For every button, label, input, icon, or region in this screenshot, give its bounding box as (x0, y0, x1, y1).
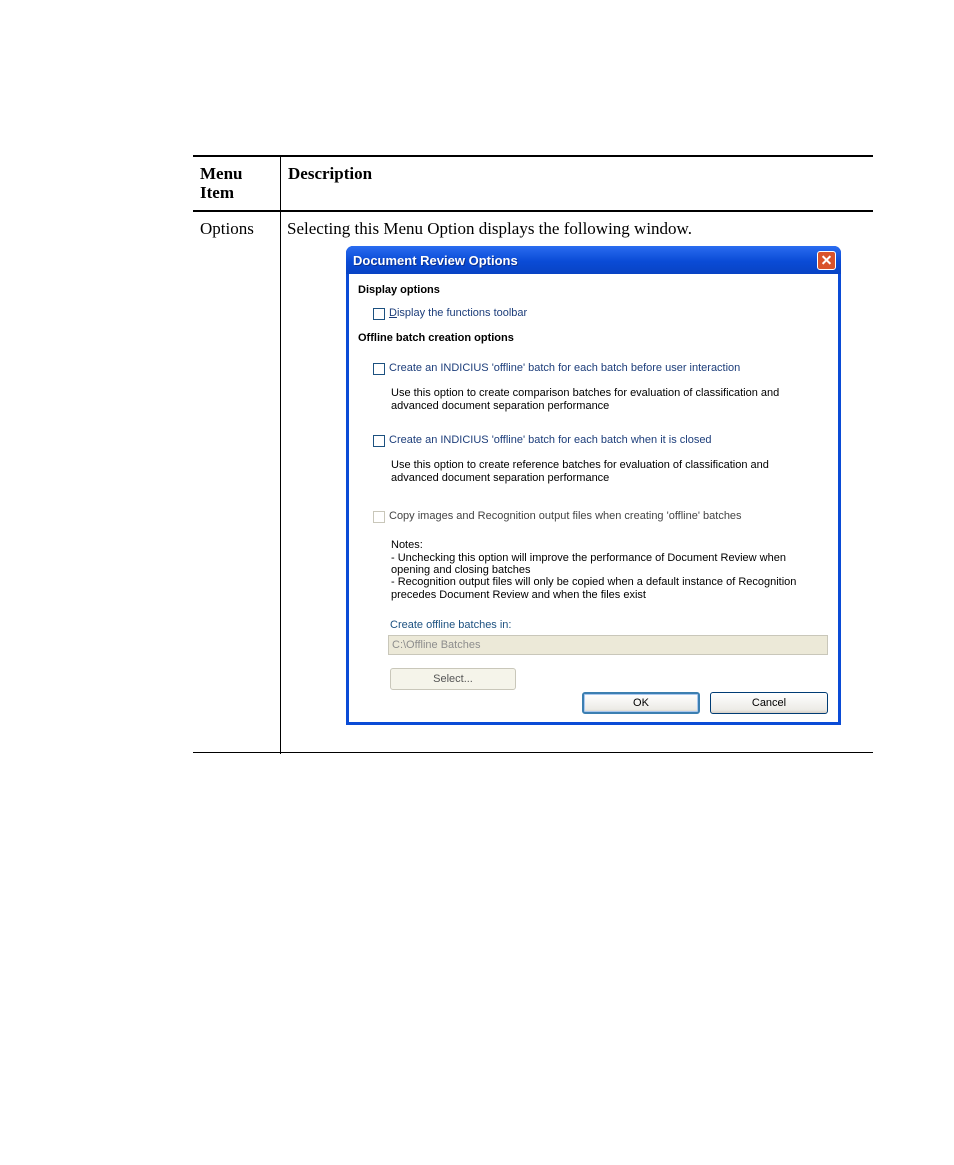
row-description: Selecting this Menu Option displays the … (287, 219, 692, 238)
when-closed-note-line2: advanced document separation performance (391, 472, 610, 484)
document-review-options-dialog: Document Review Options Display options … (346, 246, 841, 725)
when-closed-note-line1: Use this option to create reference batc… (391, 459, 769, 471)
dialog-client-area: Display options Display the functions to… (349, 274, 838, 722)
row-menu-item: Options (200, 219, 254, 238)
copy-images-label[interactable]: Copy images and Recognition output files… (389, 510, 742, 522)
notes-line4: precedes Document Review and when the fi… (391, 589, 646, 601)
folder-path-field[interactable]: C:\Offline Batches (388, 635, 828, 655)
dialog-title: Document Review Options (353, 253, 518, 268)
ok-button[interactable]: OK (582, 692, 700, 714)
display-options-heading: Display options (358, 284, 440, 296)
table-top-rule (193, 155, 873, 157)
when-closed-label[interactable]: Create an INDICIUS 'offline' batch for e… (389, 434, 712, 446)
notes-line3: - Recognition output files will only be … (391, 576, 797, 588)
dialog-titlebar[interactable]: Document Review Options (346, 246, 841, 274)
before-interaction-note-line1: Use this option to create comparison bat… (391, 387, 780, 399)
header-description: Description (288, 164, 373, 183)
select-folder-button[interactable]: Select... (390, 668, 516, 690)
before-interaction-checkbox[interactable] (373, 363, 385, 375)
header-menu-item: Menu Item (200, 164, 243, 202)
table-bottom-rule (193, 752, 873, 753)
before-interaction-note-line2: advanced document separation performance (391, 400, 610, 412)
offline-options-heading: Offline batch creation options (358, 332, 514, 344)
before-interaction-label[interactable]: Create an INDICIUS 'offline' batch for e… (389, 362, 740, 374)
notes-heading: Notes: (391, 539, 423, 551)
display-toolbar-label-text: isplay the functions toolbar (396, 307, 528, 319)
copy-images-checkbox[interactable] (373, 511, 385, 523)
folder-label: Create offline batches in: (390, 619, 512, 631)
cancel-button[interactable]: Cancel (710, 692, 828, 714)
display-toolbar-label[interactable]: Display the functions toolbar (389, 307, 527, 319)
when-closed-checkbox[interactable] (373, 435, 385, 447)
table-header-rule (193, 210, 873, 212)
display-toolbar-checkbox[interactable] (373, 308, 385, 320)
close-icon[interactable] (817, 251, 836, 270)
column-divider (280, 155, 281, 754)
